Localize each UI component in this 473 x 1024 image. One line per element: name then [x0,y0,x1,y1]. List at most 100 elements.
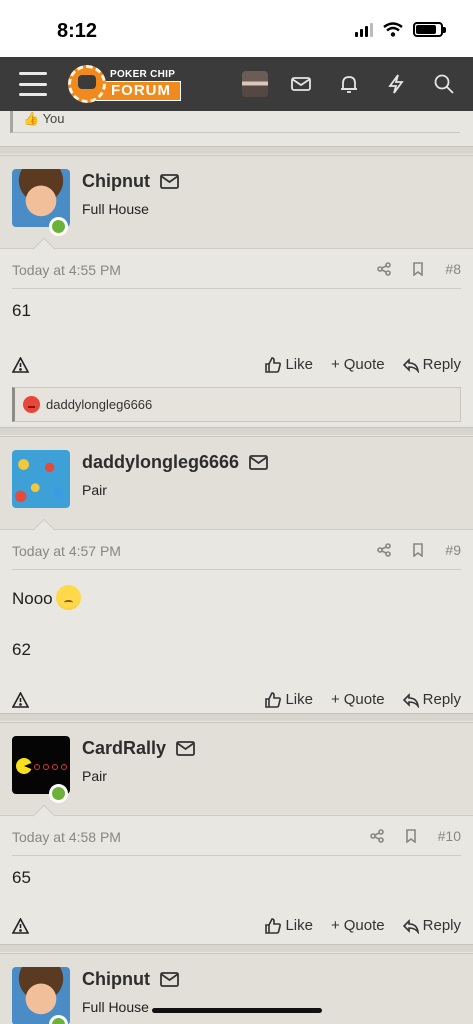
post: Chipnut Full House Today at 4:55 PM #8 6… [0,155,473,427]
post-separator [0,427,473,435]
bolt-icon[interactable] [385,73,407,95]
username[interactable]: Chipnut [82,171,179,192]
share-icon[interactable] [369,829,384,843]
post-text: 62 [12,640,31,659]
mail-icon[interactable] [176,741,195,756]
online-status-icon [49,217,68,236]
like-label[interactable]: Like [285,356,313,373]
bell-icon[interactable] [338,73,360,95]
username-text[interactable]: Chipnut [82,969,150,990]
post-separator [0,944,473,952]
bookmark-icon[interactable] [411,543,425,557]
wifi-icon [383,22,403,37]
username-text[interactable]: daddylongleg6666 [82,452,239,473]
mail-icon[interactable] [160,972,179,987]
home-indicator[interactable] [152,1008,322,1013]
user-rank: Full House [82,999,149,1015]
reply-label[interactable]: Reply [423,691,461,708]
status-bar: 8:12 [0,0,473,57]
avatar[interactable] [12,450,70,508]
reply-label[interactable]: Reply [423,917,461,934]
post-user-block: CardRally Pair [0,723,473,828]
sad-face-emoji-icon [55,585,81,610]
post-user-block: Chipnut Full House [0,954,473,1024]
post-date[interactable]: Today at 4:58 PM [12,829,121,845]
post-actions: Like + Quote Reply [12,347,461,387]
status-time: 8:12 [57,20,98,42]
report-icon[interactable] [12,918,29,934]
post: Chipnut Full House [0,953,473,1024]
post-separator [0,146,473,154]
thumbs-up-icon: 👍 [23,111,40,126]
quote-label[interactable]: Quote [344,917,385,934]
post-text: 65 [12,868,31,887]
username-text[interactable]: Chipnut [82,171,150,192]
previous-reaction-bar[interactable]: 👍 You [10,111,460,133]
logo-text-bottom: FORUM [96,81,182,101]
post-number[interactable]: #9 [445,542,461,558]
pacman-icon [16,758,32,774]
like-button[interactable]: Like [265,356,313,373]
quote-button[interactable]: + Quote [331,917,385,934]
reply-button[interactable]: Reply [402,691,461,708]
share-icon[interactable] [377,543,392,557]
search-icon[interactable] [433,73,455,95]
bookmark-icon[interactable] [411,262,425,276]
mail-icon[interactable] [160,174,179,189]
angry-reaction-icon [23,396,40,413]
username-text[interactable]: CardRally [82,738,166,759]
quote-button[interactable]: + Quote [331,356,385,373]
reaction-bar[interactable]: daddylongleg6666 [12,387,461,422]
post-number[interactable]: #8 [445,261,461,277]
post-date[interactable]: Today at 4:57 PM [12,543,121,559]
user-rank: Full House [82,201,149,217]
user-rank: Pair [82,768,107,784]
post-text-line: Nooo [12,589,53,608]
quote-button[interactable]: + Quote [331,691,385,708]
user-rank: Pair [82,482,107,498]
post-meta: Today at 4:57 PM #9 [12,530,461,570]
like-label[interactable]: Like [285,917,313,934]
post-text: 61 [12,301,31,320]
like-label[interactable]: Like [285,691,313,708]
reply-label[interactable]: Reply [423,356,461,373]
post-separator [0,713,473,721]
logo-text-top: POKER CHIP [96,67,182,81]
post-body: Nooo 62 [0,570,473,660]
post-actions: Like + Quote Reply [12,908,461,948]
inbox-icon[interactable] [290,73,312,95]
post-body: 61 [0,289,473,321]
poker-chip-logo-icon [68,65,106,103]
share-icon[interactable] [377,262,392,276]
site-logo[interactable]: POKER CHIP FORUM [68,65,182,103]
status-icons [355,22,446,37]
reaction-user: You [42,111,65,126]
report-icon[interactable] [12,692,29,708]
post-number[interactable]: #10 [438,828,461,844]
reply-button[interactable]: Reply [402,917,461,934]
mail-icon[interactable] [249,455,268,470]
username[interactable]: Chipnut [82,969,179,990]
like-button[interactable]: Like [265,917,313,934]
report-icon[interactable] [12,357,29,373]
post-text: Nooo [12,585,461,610]
quote-label[interactable]: Quote [344,691,385,708]
user-avatar[interactable] [242,71,268,97]
post: daddylongleg6666 Pair Today at 4:57 PM #… [0,436,473,713]
post-body: 65 [0,856,473,888]
quote-label[interactable]: Quote [344,356,385,373]
bookmark-icon[interactable] [404,829,418,843]
post-user-block: daddylongleg6666 Pair [0,437,473,542]
reply-button[interactable]: Reply [402,356,461,373]
menu-icon[interactable] [19,72,47,96]
username[interactable]: daddylongleg6666 [82,452,268,473]
post-user-block: Chipnut Full House [0,156,473,261]
post-meta: Today at 4:58 PM #10 [12,816,461,856]
post-meta: Today at 4:55 PM #8 [12,249,461,289]
post: CardRally Pair Today at 4:58 PM #10 65 L… [0,722,473,944]
battery-icon [413,22,446,37]
username[interactable]: CardRally [82,738,195,759]
like-button[interactable]: Like [265,691,313,708]
nav-bar: POKER CHIP FORUM [0,57,473,111]
post-date[interactable]: Today at 4:55 PM [12,262,121,278]
